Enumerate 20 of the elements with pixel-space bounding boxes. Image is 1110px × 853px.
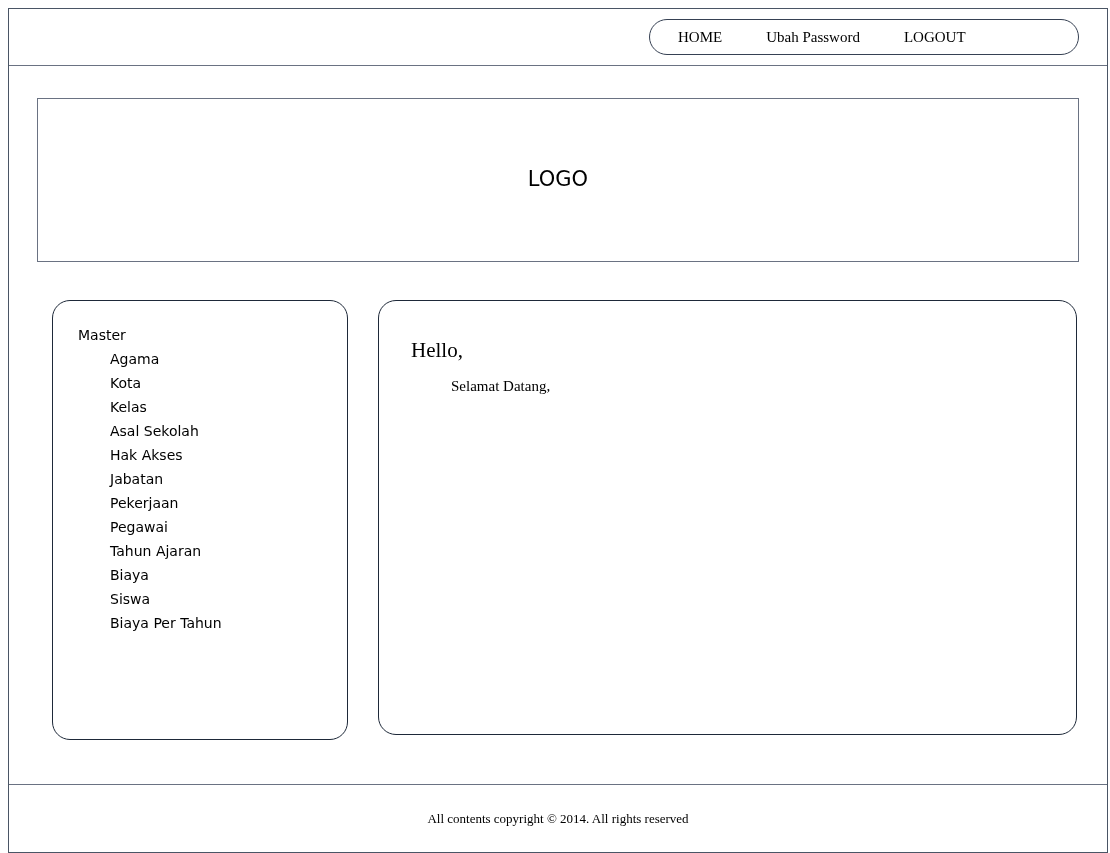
menu-item[interactable]: Biaya Per Tahun [110,611,222,635]
nav-link[interactable]: Ubah Password [766,25,860,49]
menu-item[interactable]: Jabatan [110,467,164,491]
greeting-heading: Hello, [411,337,464,364]
menu-item[interactable]: Kota [110,371,142,395]
footer-text: All contents copyright © 2014. All rights reserved [427,809,689,828]
nav-link[interactable]: HOME [678,25,723,49]
menu-item[interactable]: Hak Akses [110,443,183,467]
menu-item[interactable]: Siswa [110,587,151,611]
nav-link[interactable]: LOGOUT [903,25,966,49]
menu-item[interactable]: Asal Sekolah [110,419,199,443]
menu-item[interactable]: Pekerjaan [110,491,179,515]
menu-item[interactable]: Master [78,323,126,347]
menu-item[interactable]: Agama [110,347,160,371]
logo-text: LOGO [527,166,589,194]
menu-item[interactable]: Kelas [110,395,147,419]
welcome-text: Selamat Datang, [450,377,552,397]
menu-item[interactable]: Tahun Ajaran [110,539,202,563]
menu-item[interactable]: Biaya [110,563,149,587]
menu-item[interactable]: Pegawai [110,515,168,539]
